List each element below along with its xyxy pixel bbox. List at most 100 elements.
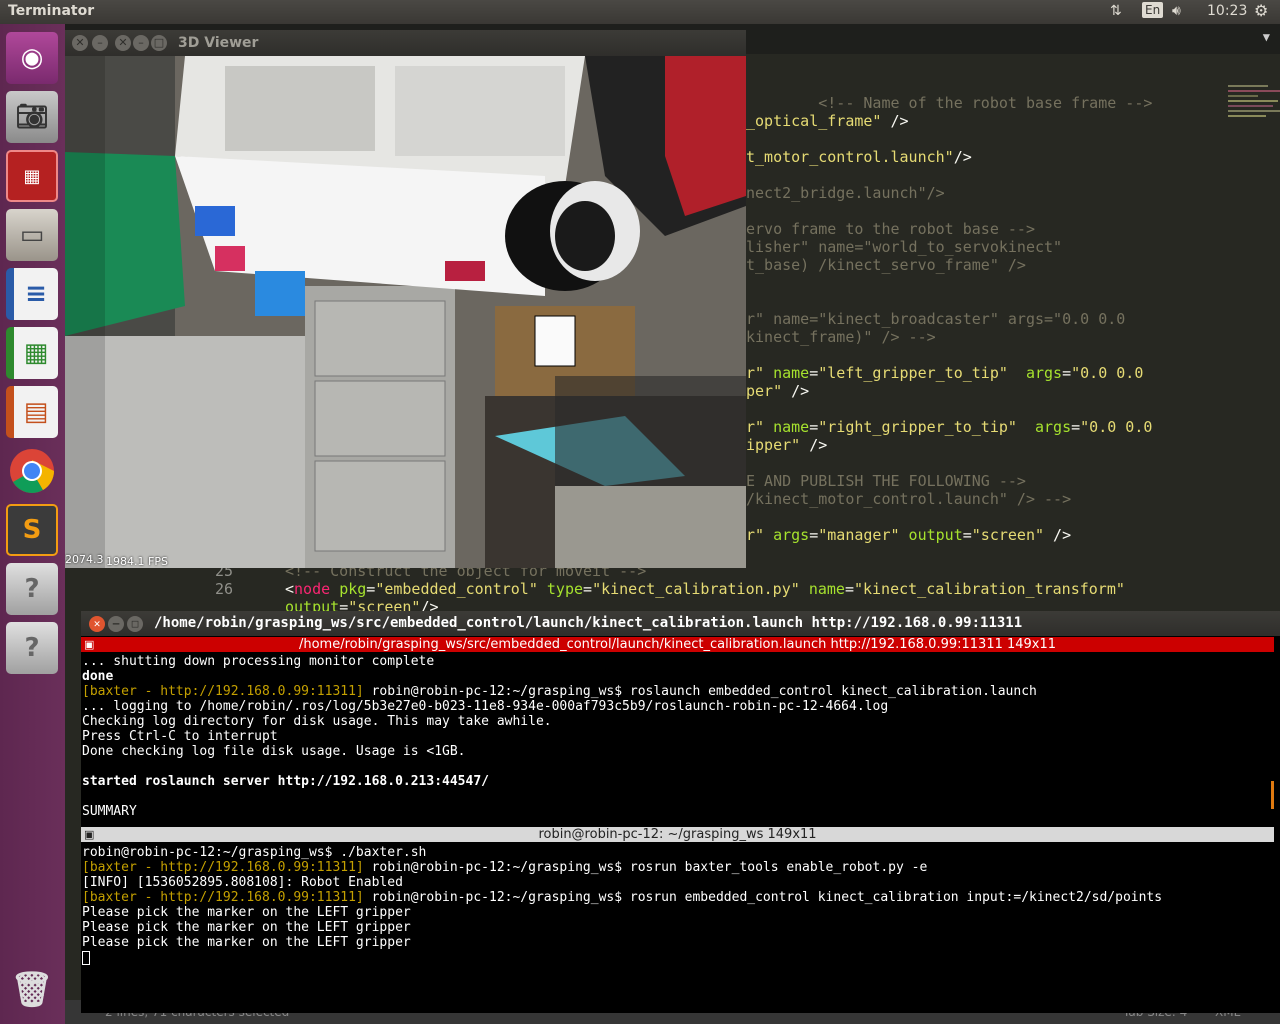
calc-icon[interactable]: ▦ [6, 327, 58, 379]
code-line-segment: E AND PUBLISH THE FOLLOWING --> [746, 472, 1026, 490]
terminal-line: Please pick the marker on the LEFT gripp… [82, 935, 411, 950]
code-line-segment: = [1062, 364, 1072, 382]
terminal-line: Please pick the marker on the LEFT gripp… [82, 920, 411, 935]
network-icon[interactable]: ⇅ [1110, 3, 1122, 19]
maximize-icon[interactable]: □ [127, 616, 143, 632]
terminal-line: [baxter - http://192.168.0.99:11311] rob… [82, 890, 1162, 905]
scrollbar-thumb[interactable] [1271, 781, 1274, 809]
code-line-segment: "left_gripper_to_tip" [818, 364, 1008, 382]
terminal-line-segment: ... logging to /home/robin/.ros/log/5b3e… [82, 699, 889, 714]
terminal-line-segment: Please pick the marker on the LEFT gripp… [82, 920, 411, 935]
code-line-segment: args [1016, 418, 1072, 436]
camera-icon[interactable]: 📷︎ [6, 91, 58, 143]
terminal-line: Checking log directory for disk usage. T… [82, 714, 552, 729]
pane1-titlebar[interactable]: ▣ /home/robin/grasping_ws/src/embedded_c… [81, 637, 1274, 652]
terminal-line-segment: [INFO] [1536052895.808108]: Robot Enable… [82, 875, 403, 890]
terminator-icon[interactable]: ▦ [6, 150, 58, 202]
code-line-segment: r" name="kinect_broadcaster" args="0.0 0… [746, 310, 1126, 328]
editor-visible-code: <!-- Name of the robot base frame --> _op… [746, 94, 1166, 564]
grid-icon[interactable]: ▣ [84, 827, 94, 842]
terminal-line-segment: done [82, 669, 114, 684]
point-cloud-view[interactable]: 2074.3 1984.1 FPS [65, 56, 746, 568]
terminal-pane-top[interactable]: ... shutting down processing monitor com… [81, 654, 1271, 819]
terminal-line: Done checking log file disk usage. Usage… [82, 744, 466, 759]
code-line-segment: /> [953, 148, 972, 166]
code-line-segment: /> [881, 112, 909, 130]
code-line: <!-- Name of the robot base frame --> [746, 94, 1152, 112]
code-line: ipper" /> [746, 436, 827, 454]
code-line-segment: name [764, 364, 810, 382]
code-line-segment: /> [782, 382, 810, 400]
code-line: E AND PUBLISH THE FOLLOWING --> [746, 472, 1026, 490]
minimize-icon[interactable]: – [108, 616, 124, 632]
volume-icon[interactable]: 🔊︎ [1172, 3, 1181, 19]
terminal-line: done [82, 669, 113, 684]
code-line-segment: = [809, 418, 819, 436]
terminal-line-segment: robin@robin-pc-12:~/grasping_ws$ roslaun… [363, 684, 1037, 699]
code-line: _optical_frame" /> [746, 112, 909, 130]
code-line: per" /> [746, 382, 809, 400]
terminal-line: Press Ctrl-C to interrupt [82, 729, 278, 744]
terminal-line-segment: Please pick the marker on the LEFT gripp… [82, 905, 411, 920]
minimize-icon[interactable]: – [133, 35, 149, 51]
gear-icon[interactable]: ⚙ [1254, 1, 1268, 20]
code-line-segment: ipper" [746, 436, 801, 454]
code-line: kinect_frame)" /> --> [746, 328, 936, 346]
writer-icon[interactable]: ≡ [6, 268, 58, 320]
trash-icon[interactable]: 🗑︎ [6, 964, 58, 1016]
terminal-line-segment: ... shutting down processing monitor com… [82, 654, 435, 669]
terminal-line: [baxter - http://192.168.0.99:11311] rob… [82, 684, 1037, 699]
code-line-segment: "manager" [818, 526, 900, 544]
terminal-line: [baxter - http://192.168.0.99:11311] rob… [82, 860, 927, 875]
viewer-titlebar[interactable]: ✕ – ✕ – □ 3D Viewer [65, 30, 746, 56]
code-line-segment: ervo frame to the robot base --> [746, 220, 1035, 238]
impress-icon[interactable]: ▤ [6, 386, 58, 438]
terminal-cursor [82, 951, 90, 965]
terminal-line-segment: [baxter - http://192.168.0.99:11311] [82, 684, 364, 699]
code-line-segment: per" [746, 382, 783, 400]
pane2-titlebar[interactable]: ▣ robin@robin-pc-12: ~/grasping_ws 149x1… [81, 827, 1274, 842]
ubuntu-dash-icon[interactable]: ◉ [6, 32, 58, 84]
code-line-segment: args [1007, 364, 1063, 382]
terminal-line-segment: Please pick the marker on the LEFT gripp… [82, 935, 411, 950]
terminal-line-segment: robin@robin-pc-12:~/grasping_ws$ rosrun … [363, 890, 1163, 905]
code-line-segment: = [962, 526, 972, 544]
grid-icon[interactable]: ▣ [84, 637, 94, 652]
maximize-icon[interactable]: □ [151, 35, 167, 51]
close-icon[interactable]: ✕ [89, 616, 105, 632]
chevron-down-icon[interactable]: ▼ [1263, 30, 1270, 44]
code-line-segment: <!-- Name of the robot base frame --> [746, 94, 1153, 112]
minimize-icon[interactable]: – [92, 35, 108, 51]
code-line-segment: t_base) /kinect_servo_frame" /> [746, 256, 1026, 274]
terminal-line-segment: [baxter - http://192.168.0.99:11311] [82, 860, 364, 875]
terminal-pane-bottom[interactable]: robin@robin-pc-12:~/grasping_ws$ ./baxte… [81, 845, 1271, 1010]
code-line: t_motor_control.launch"/> [746, 148, 972, 166]
clock[interactable]: 10:23 [1207, 3, 1247, 19]
code-line: r" name="left_gripper_to_tip" args="0.0 … [746, 364, 1143, 382]
terminal-line: Please pick the marker on the LEFT gripp… [82, 905, 411, 920]
unknown-app-icon[interactable]: ? [6, 622, 58, 674]
unknown-app-icon[interactable]: ? [6, 563, 58, 615]
terminal-line-segment: Done checking log file disk usage. Usage… [82, 744, 466, 759]
window-title: 3D Viewer [178, 35, 259, 51]
fps-readout: 1984.1 FPS [106, 555, 168, 568]
3d-viewer-window[interactable]: ✕ – ✕ – □ 3D Viewer 2074.3 1984.1 FPS [65, 30, 746, 568]
sublime-icon[interactable]: S [6, 504, 58, 556]
terminal-line: robin@robin-pc-12:~/grasping_ws$ ./baxte… [82, 845, 426, 860]
code-line-segment: t_motor_control.launch" [746, 148, 954, 166]
terminal-line-segment: Checking log directory for disk usage. T… [82, 714, 552, 729]
terminator-window[interactable]: ✕ – □ /home/robin/grasping_ws/src/embedd… [81, 611, 1280, 1013]
launcher: ◉ 📷︎ ▦ ▭ ≡ ▦ ▤ S ? ? 🗑︎ [0, 24, 65, 1024]
chrome-icon[interactable] [6, 445, 58, 497]
terminal-titlebar[interactable]: ✕ – □ /home/robin/grasping_ws/src/embedd… [81, 611, 1280, 636]
line-number: 26 [215, 580, 234, 598]
file-manager-icon[interactable]: ▭ [6, 209, 58, 261]
code-line-segment: lisher" name="world_to_servokinect" [746, 238, 1063, 256]
code-line: r" name="right_gripper_to_tip" args="0.0… [746, 418, 1152, 436]
close-icon[interactable]: ✕ [72, 35, 88, 51]
code-line-segment: r" [746, 526, 765, 544]
minimap[interactable] [1228, 82, 1280, 152]
close-icon[interactable]: ✕ [115, 35, 131, 51]
code-line-segment: "screen" [971, 526, 1045, 544]
keyboard-layout-indicator[interactable]: En [1142, 2, 1164, 18]
